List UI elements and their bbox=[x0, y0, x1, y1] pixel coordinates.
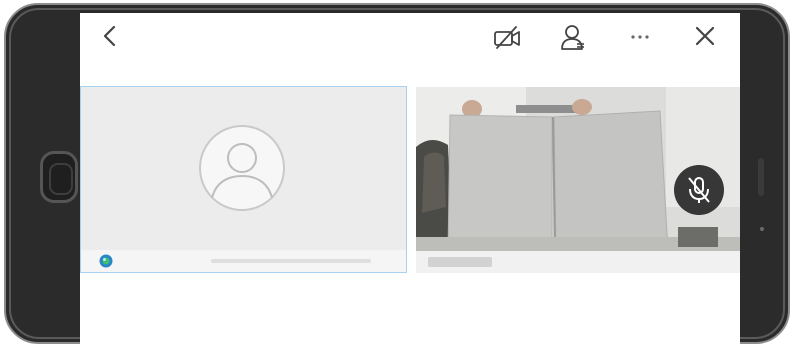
remote-video-tile[interactable] bbox=[416, 87, 740, 273]
chevron-left-icon[interactable] bbox=[100, 25, 120, 47]
participant-name-strip bbox=[428, 257, 492, 267]
speaker-grille bbox=[758, 158, 764, 196]
local-video-tile[interactable] bbox=[80, 86, 407, 273]
front-camera bbox=[760, 227, 764, 231]
avatar-placeholder-icon bbox=[199, 125, 285, 211]
local-video-info-bar bbox=[81, 250, 406, 272]
participant-name-strip bbox=[211, 259, 371, 263]
more-horizontal-icon[interactable] bbox=[628, 25, 652, 47]
remote-video-info-bar bbox=[416, 251, 740, 273]
user-icon[interactable] bbox=[560, 23, 586, 51]
camera-off-icon[interactable] bbox=[492, 25, 522, 51]
home-button bbox=[40, 151, 78, 203]
mic-off-icon bbox=[674, 165, 724, 215]
close-icon[interactable] bbox=[694, 25, 716, 47]
video-call-screen bbox=[80, 13, 740, 344]
network-status-icon bbox=[99, 254, 113, 268]
